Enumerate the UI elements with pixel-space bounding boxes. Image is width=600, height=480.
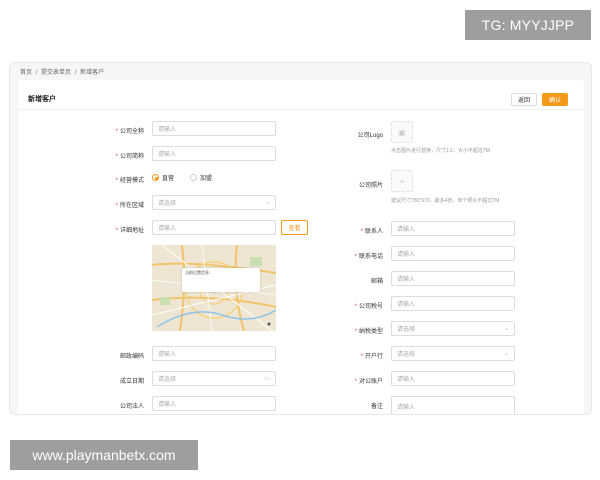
view-address-button[interactable]: 查看 <box>281 220 308 235</box>
calendar-icon: ▭ <box>264 376 270 382</box>
breadcrumb: 首页 / 提交表单页 / 新增客户 <box>20 67 106 76</box>
plus-icon: + <box>399 176 405 186</box>
company-short-input[interactable]: 请输入 <box>152 146 276 161</box>
breadcrumb-sep: / <box>74 70 77 76</box>
watermark-top: TG: MYYJJPP <box>465 10 591 40</box>
chevron-down-icon: ⌄ <box>503 351 509 357</box>
photos-hint: 建议尺寸750*370，最多4张，单个照片不超过7M <box>391 198 500 204</box>
form-card: 新增客户 返回 确认 * 公司全称 请输入 * 公司简称 请输入 * 经营模式 直营 … <box>18 80 584 414</box>
business-mode-radio-group: 直营 加盟 <box>152 173 228 182</box>
tax-no-input[interactable]: 请输入 <box>391 296 515 311</box>
address-input[interactable]: 请输入 <box>152 220 276 235</box>
chevron-down-icon: ⌄ <box>503 326 509 332</box>
confirm-button[interactable]: 确认 <box>542 93 568 106</box>
chevron-down-icon: ⌄ <box>264 200 270 206</box>
address-label: * 详细地址 <box>115 228 144 234</box>
bank-label: * 开户行 <box>360 354 383 360</box>
radio-checked-icon <box>152 174 159 181</box>
logo-hint: 点击图片进行替换，尺寸1:1，大小不超过7M <box>391 148 490 154</box>
photos-label: 公司照片 <box>358 183 383 189</box>
back-button[interactable]: 返回 <box>511 93 537 106</box>
map-view[interactable]: 当前位置信息... <box>152 245 276 331</box>
watermark-bottom: www.playmanbetx.com <box>10 440 198 470</box>
account-input[interactable]: 请输入 <box>391 371 515 386</box>
business-mode-label: * 经营模式 <box>115 178 144 184</box>
breadcrumb-current: 新增客户 <box>80 70 105 76</box>
company-name-label: * 公司全称 <box>115 129 144 135</box>
tax-no-label: * 公司税号 <box>354 304 383 310</box>
company-name-input[interactable]: 请输入 <box>152 121 276 136</box>
breadcrumb-sep: / <box>35 70 38 76</box>
radio-franchise[interactable]: 加盟 <box>190 173 212 182</box>
postcode-input[interactable]: 请输入 <box>152 346 276 361</box>
remark-textarea[interactable]: 请输入 <box>391 396 515 414</box>
postcode-label: 邮政编码 <box>119 354 144 360</box>
logo-label: 公司Logo <box>357 133 383 139</box>
page-title: 新增客户 <box>28 96 56 103</box>
phone-label: * 联系电话 <box>354 254 383 260</box>
legal-person-label: 公司法人 <box>119 404 144 410</box>
region-label: * 所在区域 <box>115 203 144 209</box>
founded-date-picker[interactable]: 请选择 ▭ <box>152 371 276 386</box>
tax-type-select[interactable]: 请选择 ⌄ <box>391 321 515 336</box>
logo-upload[interactable]: ▣ <box>391 121 413 143</box>
contact-input[interactable]: 请输入 <box>391 221 515 236</box>
tax-type-label: * 纳税类型 <box>354 329 383 335</box>
region-select[interactable]: 请选择 ⌄ <box>152 195 276 210</box>
breadcrumb-home[interactable]: 首页 <box>20 70 32 76</box>
app-window: 首页 / 提交表单页 / 新增客户 新增客户 返回 确认 * 公司全称 请输入 *… <box>9 62 592 415</box>
founded-label: 成立日期 <box>119 379 144 385</box>
remark-label: 备注 <box>370 404 383 410</box>
legal-person-input[interactable]: 请输入 <box>152 396 276 411</box>
radio-direct[interactable]: 直营 <box>152 173 174 182</box>
breadcrumb-form[interactable]: 提交表单页 <box>41 70 71 76</box>
divider <box>18 109 584 110</box>
image-icon: ▣ <box>398 127 406 137</box>
contact-label: * 联系人 <box>360 229 383 235</box>
account-label: * 对公账户 <box>354 379 383 385</box>
photos-upload[interactable]: + <box>391 170 413 192</box>
email-input[interactable]: 请输入 <box>391 271 515 286</box>
map-popup: 当前位置信息... <box>182 268 260 292</box>
bank-select[interactable]: 请选择 ⌄ <box>391 346 515 361</box>
radio-unchecked-icon <box>190 174 198 181</box>
phone-input[interactable]: 请输入 <box>391 246 515 261</box>
email-label: 邮箱 <box>370 279 383 285</box>
company-short-label: * 公司简称 <box>115 154 144 160</box>
